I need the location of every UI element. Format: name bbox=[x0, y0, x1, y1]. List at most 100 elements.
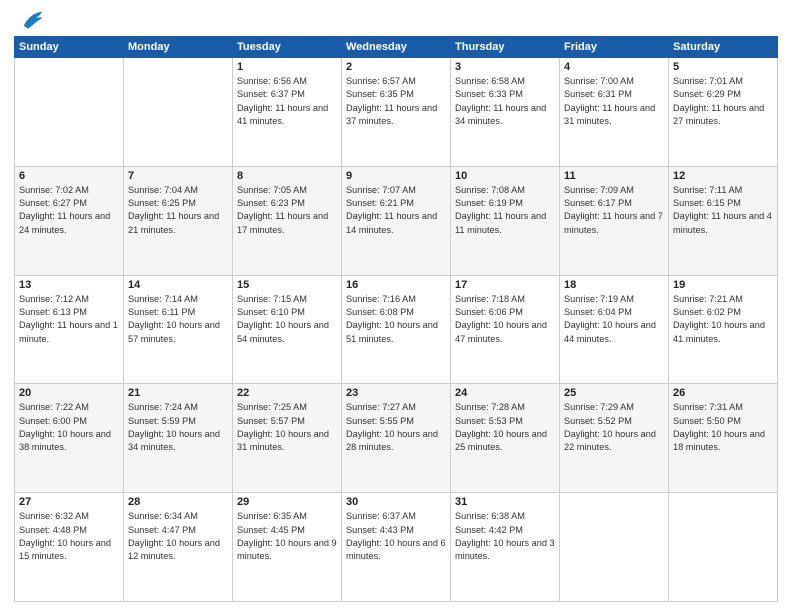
weekday-header-tuesday: Tuesday bbox=[233, 37, 342, 58]
calendar-cell: 13 Sunrise: 7:12 AM Sunset: 6:13 PM Dayli… bbox=[15, 275, 124, 384]
day-number: 16 bbox=[346, 279, 446, 291]
day-number: 11 bbox=[564, 170, 664, 182]
calendar-cell: 31 Sunrise: 6:38 AM Sunset: 4:42 PM Dayli… bbox=[451, 493, 560, 602]
day-info: Sunrise: 7:15 AM Sunset: 6:10 PM Dayligh… bbox=[237, 293, 337, 346]
calendar-cell: 30 Sunrise: 6:37 AM Sunset: 4:43 PM Dayli… bbox=[342, 493, 451, 602]
logo-bird-icon bbox=[16, 10, 44, 32]
calendar-cell: 15 Sunrise: 7:15 AM Sunset: 6:10 PM Dayli… bbox=[233, 275, 342, 384]
day-info: Sunrise: 6:38 AM Sunset: 4:42 PM Dayligh… bbox=[455, 510, 555, 563]
day-info: Sunrise: 7:25 AM Sunset: 5:57 PM Dayligh… bbox=[237, 401, 337, 454]
day-info: Sunrise: 7:14 AM Sunset: 6:11 PM Dayligh… bbox=[128, 293, 228, 346]
calendar-cell: 18 Sunrise: 7:19 AM Sunset: 6:04 PM Dayli… bbox=[560, 275, 669, 384]
calendar-cell: 12Sunrise: 7:11 AM Sunset: 6:15 PM Dayli… bbox=[669, 166, 778, 275]
day-number: 19 bbox=[673, 279, 773, 291]
calendar-cell bbox=[124, 58, 233, 167]
day-info: Sunrise: 7:04 AM Sunset: 6:25 PM Dayligh… bbox=[128, 184, 228, 237]
weekday-header-friday: Friday bbox=[560, 37, 669, 58]
day-number: 15 bbox=[237, 279, 337, 291]
day-info: Sunrise: 7:18 AM Sunset: 6:06 PM Dayligh… bbox=[455, 293, 555, 346]
day-number: 20 bbox=[19, 387, 119, 399]
page: SundayMondayTuesdayWednesdayThursdayFrid… bbox=[0, 0, 792, 612]
day-info: Sunrise: 6:37 AM Sunset: 4:43 PM Dayligh… bbox=[346, 510, 446, 563]
day-info: Sunrise: 7:05 AM Sunset: 6:23 PM Dayligh… bbox=[237, 184, 337, 237]
day-number: 30 bbox=[346, 496, 446, 508]
calendar-cell: 20 Sunrise: 7:22 AM Sunset: 6:00 PM Dayli… bbox=[15, 384, 124, 493]
day-info: Sunrise: 6:58 AM Sunset: 6:33 PM Dayligh… bbox=[455, 75, 555, 128]
calendar-cell: 7 Sunrise: 7:04 AM Sunset: 6:25 PM Daylig… bbox=[124, 166, 233, 275]
weekday-header-wednesday: Wednesday bbox=[342, 37, 451, 58]
day-info: Sunrise: 7:22 AM Sunset: 6:00 PM Dayligh… bbox=[19, 401, 119, 454]
calendar-cell: 25 Sunrise: 7:29 AM Sunset: 5:52 PM Dayli… bbox=[560, 384, 669, 493]
day-info: Sunrise: 7:28 AM Sunset: 5:53 PM Dayligh… bbox=[455, 401, 555, 454]
day-info: Sunrise: 7:24 AM Sunset: 5:59 PM Dayligh… bbox=[128, 401, 228, 454]
calendar-week-2: 13 Sunrise: 7:12 AM Sunset: 6:13 PM Dayli… bbox=[15, 275, 778, 384]
calendar-cell: 21 Sunrise: 7:24 AM Sunset: 5:59 PM Dayli… bbox=[124, 384, 233, 493]
calendar-cell: 17 Sunrise: 7:18 AM Sunset: 6:06 PM Dayli… bbox=[451, 275, 560, 384]
logo bbox=[14, 10, 44, 28]
day-number: 21 bbox=[128, 387, 228, 399]
day-number: 9 bbox=[346, 170, 446, 182]
day-number: 8 bbox=[237, 170, 337, 182]
day-number: 27 bbox=[19, 496, 119, 508]
calendar-cell: 1 Sunrise: 6:56 AM Sunset: 6:37 PM Daylig… bbox=[233, 58, 342, 167]
weekday-header-row: SundayMondayTuesdayWednesdayThursdayFrid… bbox=[15, 37, 778, 58]
calendar-cell: 9 Sunrise: 7:07 AM Sunset: 6:21 PM Daylig… bbox=[342, 166, 451, 275]
calendar-cell: 10Sunrise: 7:08 AM Sunset: 6:19 PM Dayli… bbox=[451, 166, 560, 275]
calendar-week-1: 6Sunrise: 7:02 AM Sunset: 6:27 PM Daylig… bbox=[15, 166, 778, 275]
header bbox=[14, 10, 778, 28]
day-info: Sunrise: 6:34 AM Sunset: 4:47 PM Dayligh… bbox=[128, 510, 228, 563]
calendar-table: SundayMondayTuesdayWednesdayThursdayFrid… bbox=[14, 36, 778, 602]
calendar-cell: 11Sunrise: 7:09 AM Sunset: 6:17 PM Dayli… bbox=[560, 166, 669, 275]
calendar-cell: 29 Sunrise: 6:35 AM Sunset: 4:45 PM Dayli… bbox=[233, 493, 342, 602]
day-number: 24 bbox=[455, 387, 555, 399]
day-number: 31 bbox=[455, 496, 555, 508]
calendar-cell: 26 Sunrise: 7:31 AM Sunset: 5:50 PM Dayli… bbox=[669, 384, 778, 493]
weekday-header-saturday: Saturday bbox=[669, 37, 778, 58]
day-number: 18 bbox=[564, 279, 664, 291]
day-info: Sunrise: 6:56 AM Sunset: 6:37 PM Dayligh… bbox=[237, 75, 337, 128]
day-info: Sunrise: 7:21 AM Sunset: 6:02 PM Dayligh… bbox=[673, 293, 773, 346]
calendar-week-3: 20 Sunrise: 7:22 AM Sunset: 6:00 PM Dayli… bbox=[15, 384, 778, 493]
day-info: Sunrise: 7:01 AM Sunset: 6:29 PM Dayligh… bbox=[673, 75, 773, 128]
calendar-cell bbox=[15, 58, 124, 167]
calendar-week-4: 27 Sunrise: 6:32 AM Sunset: 4:48 PM Dayli… bbox=[15, 493, 778, 602]
day-info: Sunrise: 7:08 AM Sunset: 6:19 PM Dayligh… bbox=[455, 184, 555, 237]
calendar-cell: 22 Sunrise: 7:25 AM Sunset: 5:57 PM Dayli… bbox=[233, 384, 342, 493]
day-number: 7 bbox=[128, 170, 228, 182]
day-info: Sunrise: 6:35 AM Sunset: 4:45 PM Dayligh… bbox=[237, 510, 337, 563]
calendar-cell: 6Sunrise: 7:02 AM Sunset: 6:27 PM Daylig… bbox=[15, 166, 124, 275]
day-number: 22 bbox=[237, 387, 337, 399]
day-number: 25 bbox=[564, 387, 664, 399]
calendar-cell: 5Sunrise: 7:01 AM Sunset: 6:29 PM Daylig… bbox=[669, 58, 778, 167]
day-number: 13 bbox=[19, 279, 119, 291]
day-number: 1 bbox=[237, 61, 337, 73]
day-info: Sunrise: 7:29 AM Sunset: 5:52 PM Dayligh… bbox=[564, 401, 664, 454]
day-info: Sunrise: 7:11 AM Sunset: 6:15 PM Dayligh… bbox=[673, 184, 773, 237]
day-info: Sunrise: 6:57 AM Sunset: 6:35 PM Dayligh… bbox=[346, 75, 446, 128]
day-info: Sunrise: 7:16 AM Sunset: 6:08 PM Dayligh… bbox=[346, 293, 446, 346]
day-number: 2 bbox=[346, 61, 446, 73]
day-number: 3 bbox=[455, 61, 555, 73]
calendar-cell: 2 Sunrise: 6:57 AM Sunset: 6:35 PM Daylig… bbox=[342, 58, 451, 167]
day-number: 17 bbox=[455, 279, 555, 291]
calendar-cell bbox=[560, 493, 669, 602]
day-info: Sunrise: 7:07 AM Sunset: 6:21 PM Dayligh… bbox=[346, 184, 446, 237]
calendar-cell: 24 Sunrise: 7:28 AM Sunset: 5:53 PM Dayli… bbox=[451, 384, 560, 493]
weekday-header-sunday: Sunday bbox=[15, 37, 124, 58]
day-number: 29 bbox=[237, 496, 337, 508]
day-info: Sunrise: 7:19 AM Sunset: 6:04 PM Dayligh… bbox=[564, 293, 664, 346]
calendar-cell: 3 Sunrise: 6:58 AM Sunset: 6:33 PM Daylig… bbox=[451, 58, 560, 167]
day-info: Sunrise: 7:12 AM Sunset: 6:13 PM Dayligh… bbox=[19, 293, 119, 346]
calendar-cell: 27 Sunrise: 6:32 AM Sunset: 4:48 PM Dayli… bbox=[15, 493, 124, 602]
calendar-cell: 23Sunrise: 7:27 AM Sunset: 5:55 PM Dayli… bbox=[342, 384, 451, 493]
day-number: 23 bbox=[346, 387, 446, 399]
day-info: Sunrise: 6:32 AM Sunset: 4:48 PM Dayligh… bbox=[19, 510, 119, 563]
day-number: 4 bbox=[564, 61, 664, 73]
calendar-cell: 4Sunrise: 7:00 AM Sunset: 6:31 PM Daylig… bbox=[560, 58, 669, 167]
calendar-cell: 19 Sunrise: 7:21 AM Sunset: 6:02 PM Dayli… bbox=[669, 275, 778, 384]
calendar-cell: 14Sunrise: 7:14 AM Sunset: 6:11 PM Dayli… bbox=[124, 275, 233, 384]
day-number: 26 bbox=[673, 387, 773, 399]
calendar-cell: 28Sunrise: 6:34 AM Sunset: 4:47 PM Dayli… bbox=[124, 493, 233, 602]
day-info: Sunrise: 7:31 AM Sunset: 5:50 PM Dayligh… bbox=[673, 401, 773, 454]
calendar-cell: 16 Sunrise: 7:16 AM Sunset: 6:08 PM Dayli… bbox=[342, 275, 451, 384]
